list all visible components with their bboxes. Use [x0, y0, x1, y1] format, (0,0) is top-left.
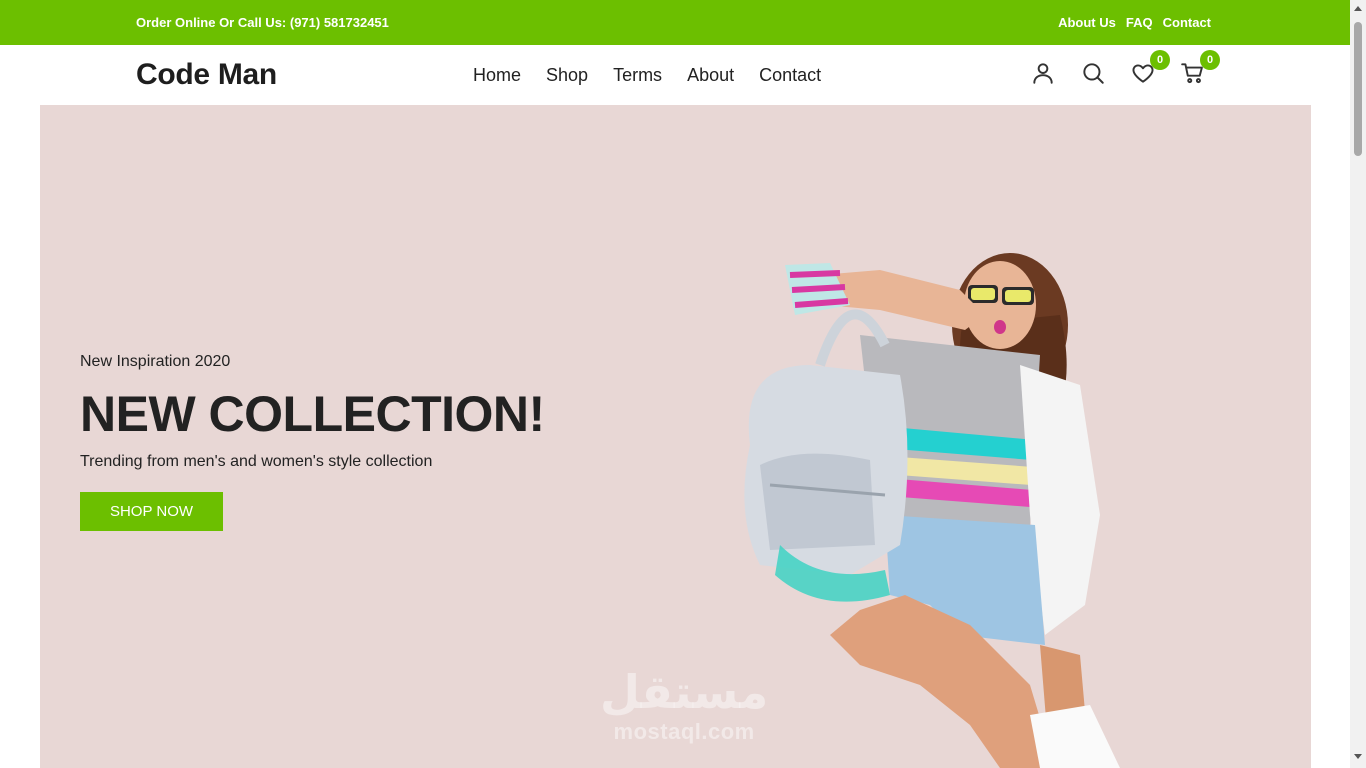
site-logo[interactable]: Code Man	[136, 58, 277, 92]
top-link-contact[interactable]: Contact	[1163, 15, 1211, 30]
user-icon	[1033, 63, 1053, 84]
wishlist-count-badge: 0	[1150, 50, 1170, 70]
top-bar: Order Online Or Call Us: (971) 581732451…	[0, 0, 1350, 45]
hero-headline: NEW COLLECTION!	[80, 386, 545, 442]
nav-shop[interactable]: Shop	[546, 65, 588, 86]
page-scrollbar[interactable]	[1350, 0, 1366, 768]
watermark-arabic: مستقل	[600, 665, 769, 719]
cart-button[interactable]: 0	[1180, 50, 1220, 86]
scroll-thumb[interactable]	[1354, 22, 1362, 156]
top-links: About Us FAQ Contact	[1058, 15, 1211, 30]
header-icons: 0 0	[1030, 50, 1220, 86]
mostaql-watermark: مستقل mostaql.com	[600, 665, 768, 745]
hero-subline: Trending from men's and women's style co…	[80, 453, 433, 470]
watermark-domain: mostaql.com	[613, 719, 755, 744]
nav-terms[interactable]: Terms	[613, 65, 662, 86]
search-button[interactable]	[1080, 60, 1106, 86]
hero-banner: New Inspiration 2020 NEW COLLECTION! Tre…	[40, 105, 1311, 768]
shop-now-button[interactable]: SHOP NOW	[80, 492, 223, 531]
nav-contact[interactable]: Contact	[759, 65, 821, 86]
cart-count-badge: 0	[1200, 50, 1220, 70]
hero-eyebrow: New Inspiration 2020	[80, 353, 231, 370]
account-button[interactable]	[1030, 60, 1056, 86]
wishlist-button[interactable]: 0	[1130, 50, 1170, 86]
top-link-about-us[interactable]: About Us	[1058, 15, 1116, 30]
top-link-faq[interactable]: FAQ	[1126, 15, 1153, 30]
main-header: Code Man Home Shop Terms About Contact 0	[0, 45, 1350, 105]
nav-home[interactable]: Home	[473, 65, 521, 86]
scroll-down-arrow-icon[interactable]	[1354, 754, 1362, 759]
scroll-up-arrow-icon[interactable]	[1354, 6, 1362, 11]
main-nav: Home Shop Terms About Contact	[473, 65, 821, 86]
order-phone-text: Order Online Or Call Us: (971) 581732451	[136, 15, 389, 30]
nav-about[interactable]: About	[687, 65, 734, 86]
search-icon	[1083, 63, 1104, 84]
